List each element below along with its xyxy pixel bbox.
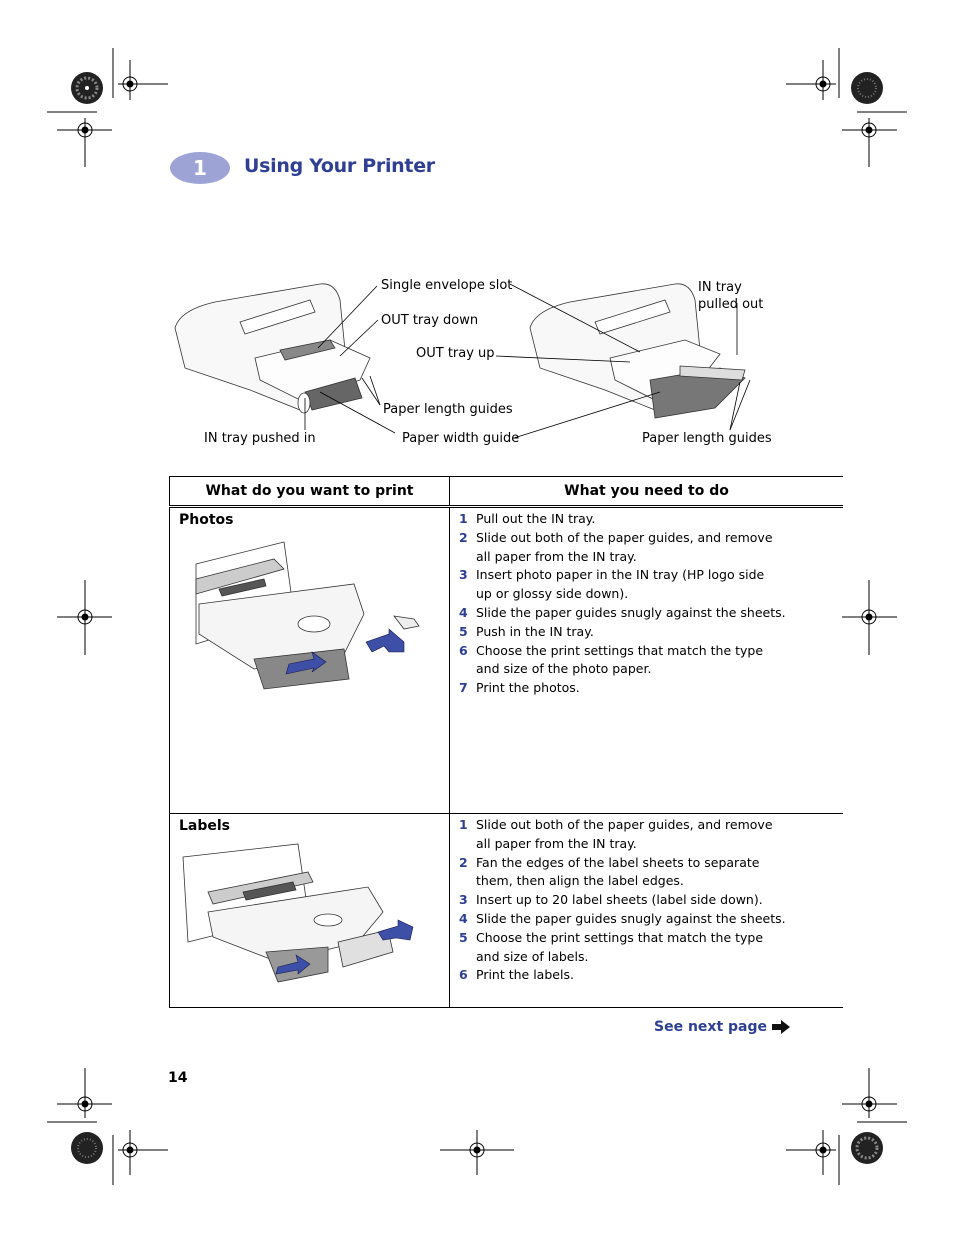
table-row-photos: Photos 1 Pull out the IN tray. 2 Slide o…: [169, 506, 843, 814]
step-item: 1 Pull out the IN tray.: [459, 511, 596, 526]
callout-out-tray-up: OUT tray up: [416, 346, 495, 361]
see-next-page-link[interactable]: See next page: [654, 1019, 791, 1035]
callout-in-tray-pulled-out-line2: pulled out: [698, 297, 764, 312]
photos-illustration: [195, 541, 420, 690]
chapter-number-badge: 1: [170, 152, 230, 184]
step-item: 7 Print the photos.: [459, 680, 580, 696]
pull-arrow-icon: [365, 628, 405, 653]
item-title-labels: Labels: [179, 818, 231, 834]
callout-single-envelope-slot: Single envelope slot: [381, 278, 513, 293]
chapter-title: Using Your Printer: [244, 155, 435, 177]
step-item: 5 Push in the IN tray.: [459, 623, 594, 639]
labels-steps: 1 Slide out both of the paper guides, and…: [450, 816, 843, 985]
callout-in-tray-pulled-out-line1: IN tray: [698, 280, 742, 295]
table-row-labels: Labels 1 Slide out both of the paper gui…: [169, 813, 843, 1008]
item-title-photos: Photos: [179, 512, 234, 528]
callout-paper-length-guides-left: Paper length guides: [383, 402, 513, 417]
print-instructions-table: What do you want to print What you need …: [169, 476, 843, 1008]
step-item: 2 Slide out both of the paper guides, and…: [459, 529, 773, 564]
callout-in-tray-pushed-in: IN tray pushed in: [204, 431, 316, 446]
arrow-right-icon: [772, 1020, 790, 1034]
callout-out-tray-down: OUT tray down: [381, 313, 479, 328]
step-item: 6 Choose the print settings that match th…: [459, 642, 764, 677]
header-what-to-print: What do you want to print: [169, 476, 450, 508]
step-item: 3 Insert up to 20 label sheets (label sid…: [459, 892, 763, 908]
callout-paper-width-guide: Paper width guide: [402, 431, 520, 446]
step-item: 2 Fan the edges of the label sheets to se…: [459, 854, 760, 889]
step-item: 6 Print the labels.: [459, 967, 574, 983]
page-number: 14: [168, 1070, 188, 1086]
step-item: 4 Slide the paper guides snugly against t…: [459, 910, 786, 926]
header-what-to-do: What you need to do: [449, 476, 843, 508]
step-item: 1 Slide out both of the paper guides, and…: [459, 817, 773, 851]
step-item: 5 Choose the print settings that match th…: [459, 929, 764, 964]
printer-left-illustration: [174, 283, 371, 414]
photos-steps: 1 Pull out the IN tray. 2 Slide out both o…: [450, 510, 843, 698]
labels-illustration: [182, 843, 414, 983]
pull-arrow-icon: [377, 919, 414, 941]
step-item: 4 Slide the paper guides snugly against t…: [459, 604, 786, 620]
callout-paper-length-guides-right: Paper length guides: [642, 431, 772, 446]
step-item: 3 Insert photo paper in the IN tray (HP l…: [459, 567, 765, 602]
see-next-page-label: See next page: [654, 1019, 767, 1035]
